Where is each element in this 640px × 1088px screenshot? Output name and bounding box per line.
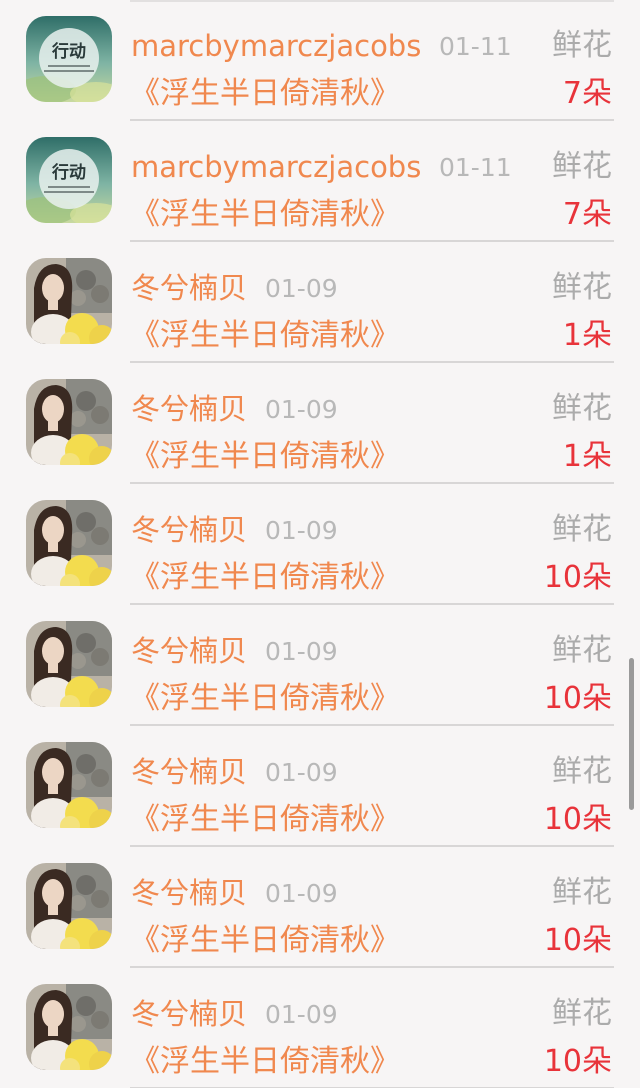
gift-type: 鲜花 [552, 391, 612, 426]
work-title[interactable]: 《浮生半日倚清秋》 [130, 800, 400, 840]
gift-count: 10朵 [543, 681, 612, 716]
list-item[interactable]: 冬兮楠贝 01-09 鲜花《浮生半日倚清秋》 10朵 [0, 605, 640, 726]
gift-date: 01-09 [265, 1000, 338, 1029]
sender-name: 冬兮楠贝 [131, 755, 248, 789]
gift-type: 鲜花 [552, 149, 612, 184]
logo-text: 行动 [51, 162, 86, 183]
work-title[interactable]: 《浮生半日倚清秋》 [130, 437, 400, 477]
gift-count: 1朵 [562, 439, 612, 474]
gift-type: 鲜花 [552, 512, 612, 547]
gift-type: 鲜花 [552, 28, 612, 63]
gift-date: 01-09 [265, 516, 338, 545]
gift-count: 10朵 [543, 560, 612, 595]
gift-type: 鲜花 [552, 996, 612, 1031]
avatar[interactable] [26, 621, 112, 707]
list-item[interactable]: 冬兮楠贝 01-09 鲜花《浮生半日倚清秋》 10朵 [0, 726, 640, 847]
gift-type: 鲜花 [552, 270, 612, 305]
gift-type: 鲜花 [552, 754, 612, 789]
gift-record-list[interactable]: 行动 marcbymarczjacobs 01-11 鲜花 《浮生半日倚清秋》 7朵 行动 m… [0, 0, 640, 1088]
work-title[interactable]: 《浮生半日倚清秋》 [130, 74, 400, 114]
work-title[interactable]: 《浮生半日倚清秋》 [130, 1042, 400, 1082]
work-title[interactable]: 《浮生半日倚清秋》 [130, 316, 400, 356]
avatar[interactable] [26, 258, 112, 344]
sender-name: 冬兮楠贝 [131, 634, 248, 668]
gift-type: 鲜花 [552, 633, 612, 668]
sender-name: 冬兮楠贝 [131, 876, 248, 910]
gift-date: 01-09 [265, 395, 338, 424]
gift-date: 01-11 [439, 153, 512, 182]
gift-date: 01-09 [265, 758, 338, 787]
gift-count: 10朵 [543, 802, 612, 837]
list-item[interactable]: 冬兮楠贝 01-09 鲜花《浮生半日倚清秋》 10朵 [0, 484, 640, 605]
list-item[interactable]: 冬兮楠贝 01-09 鲜花《浮生半日倚清秋》 10朵 [0, 847, 640, 968]
avatar[interactable] [26, 984, 112, 1070]
work-title[interactable]: 《浮生半日倚清秋》 [130, 679, 400, 719]
gift-count: 7朵 [562, 197, 612, 232]
gift-date: 01-09 [265, 879, 338, 908]
work-title[interactable]: 《浮生半日倚清秋》 [130, 558, 400, 598]
list-item[interactable]: 冬兮楠贝 01-09 鲜花《浮生半日倚清秋》 10朵 [0, 968, 640, 1088]
gift-count: 10朵 [543, 923, 612, 958]
logo-text: 行动 [51, 41, 86, 62]
work-title[interactable]: 《浮生半日倚清秋》 [130, 195, 400, 235]
gift-date: 01-11 [439, 32, 512, 61]
gift-count: 10朵 [543, 1044, 612, 1079]
gift-count: 1朵 [562, 318, 612, 353]
scrollbar[interactable] [629, 658, 634, 810]
sender-name: 冬兮楠贝 [131, 271, 248, 305]
avatar[interactable]: 行动 [26, 137, 112, 223]
list-item[interactable]: 冬兮楠贝 01-09 鲜花《浮生半日倚清秋》 1朵 [0, 363, 640, 484]
avatar[interactable] [26, 742, 112, 828]
gift-count: 7朵 [562, 76, 612, 111]
work-title[interactable]: 《浮生半日倚清秋》 [130, 921, 400, 961]
sender-name: 冬兮楠贝 [131, 513, 248, 547]
avatar[interactable] [26, 379, 112, 465]
avatar[interactable]: 行动 [26, 16, 112, 102]
sender-name: marcbymarczjacobs [131, 150, 422, 184]
list-item[interactable]: 行动 marcbymarczjacobs 01-11 鲜花《浮生半日倚清秋》 7朵 [0, 121, 640, 242]
gift-date: 01-09 [265, 637, 338, 666]
gift-type: 鲜花 [552, 875, 612, 910]
gift-date: 01-09 [265, 274, 338, 303]
list-item[interactable]: 冬兮楠贝 01-09 鲜花《浮生半日倚清秋》 1朵 [0, 242, 640, 363]
list-item[interactable]: 行动 marcbymarczjacobs 01-11 鲜花《浮生半日倚清秋》 7朵 [0, 0, 640, 121]
sender-name: marcbymarczjacobs [131, 29, 422, 63]
sender-name: 冬兮楠贝 [131, 392, 248, 426]
sender-name: 冬兮楠贝 [131, 997, 248, 1031]
avatar[interactable] [26, 863, 112, 949]
avatar[interactable] [26, 500, 112, 586]
